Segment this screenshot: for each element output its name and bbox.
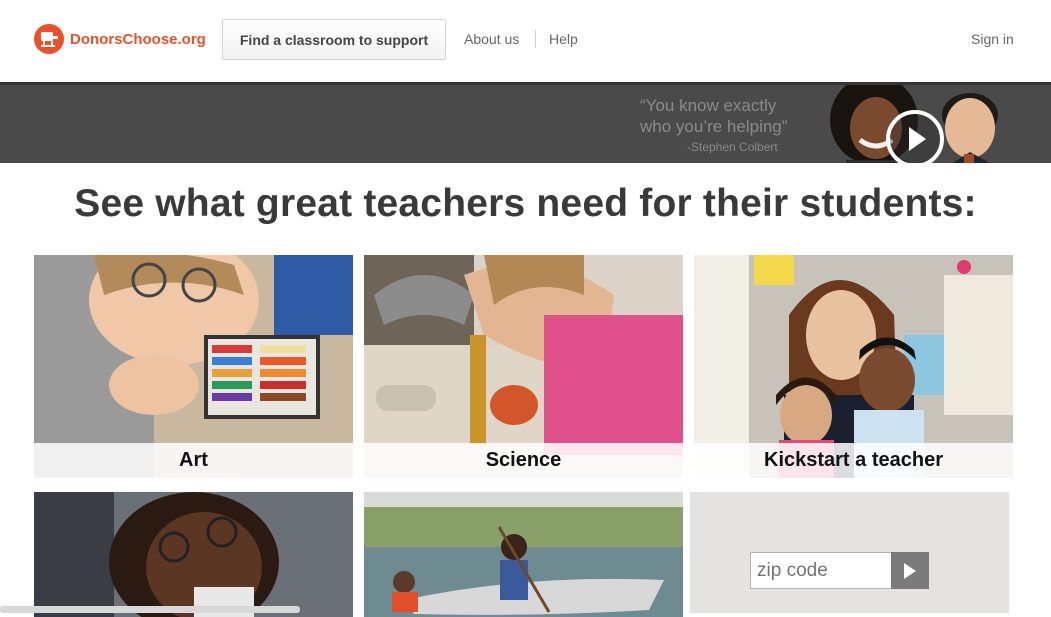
nav-divider [535,30,536,48]
nav-help[interactable]: Help [549,31,578,47]
outdoors-photo [364,492,683,617]
celebrity-portrait-right [942,93,998,163]
zip-search-panel [690,492,1009,613]
zip-code-input[interactable] [750,552,892,589]
desk-chair-logo-icon [34,24,64,54]
horizontal-scrollbar[interactable] [0,606,300,613]
site-header: DonorsChoose.org Find a classroom to sup… [0,0,1051,82]
sign-in-link[interactable]: Sign in [971,31,1014,47]
arrow-right-icon [904,562,916,579]
category-tile-art[interactable]: Art [34,255,353,478]
quote-line-1: “You know exactly [640,96,777,115]
category-label-kickstart: Kickstart a teacher [694,443,1013,478]
category-tile-science[interactable]: Science [364,255,683,478]
page-headline: See what great teachers need for their s… [74,182,977,225]
category-tile-reading[interactable] [34,492,353,617]
quote-attribution: -Stephen Colbert [687,140,778,154]
quote-line-2: who you’re helping” [640,117,788,136]
category-tile-outdoors[interactable] [364,492,683,617]
nav-about-us[interactable]: About us [464,31,519,47]
play-video-button[interactable] [886,110,944,163]
play-icon [909,127,926,151]
reading-photo [34,492,353,617]
category-tile-kickstart[interactable]: Kickstart a teacher [694,255,1013,478]
logo[interactable]: DonorsChoose.org [34,22,206,56]
category-label-science: Science [364,443,683,478]
banner-quote: “You know exactly who you’re helping” [640,95,787,137]
zip-submit-button[interactable] [891,552,929,589]
video-banner[interactable]: “You know exactly who you’re helping” -S… [0,82,1051,163]
find-classroom-button[interactable]: Find a classroom to support [222,19,446,60]
category-label-art: Art [34,443,353,478]
logo-text: DonorsChoose.org [70,30,206,48]
